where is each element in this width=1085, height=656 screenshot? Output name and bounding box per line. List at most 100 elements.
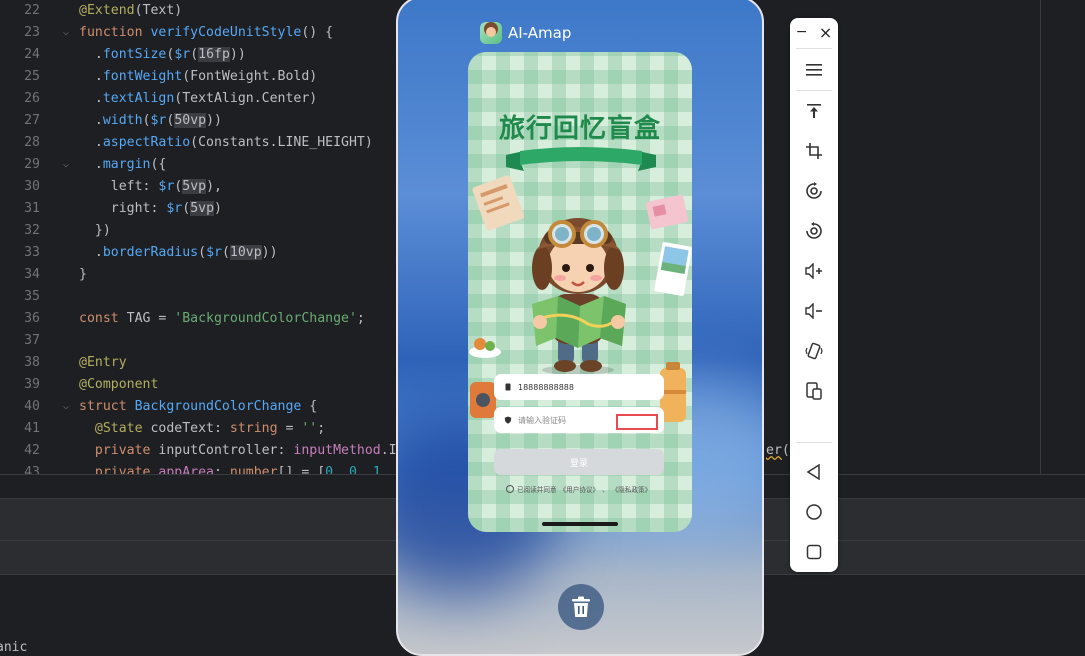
fold-chevron-icon[interactable]: ⌵ — [63, 22, 69, 44]
menu-button[interactable] — [802, 58, 826, 82]
app-icon — [480, 22, 502, 44]
line-number: 43 — [24, 465, 40, 474]
shield-icon — [504, 416, 512, 424]
trash-icon — [572, 596, 590, 617]
line-number: 29 — [24, 157, 40, 172]
always-on-top-button[interactable] — [802, 99, 826, 123]
fold-chevron-icon[interactable]: ⌵ — [63, 154, 69, 176]
recent-app-header[interactable]: AI-Amap — [480, 20, 571, 46]
line-number: 28 — [24, 135, 40, 150]
phone-number-field[interactable]: 18888888888 — [494, 374, 664, 400]
rotate-left-button[interactable] — [802, 179, 826, 203]
agreement-prefix: 已阅读并同意 — [517, 486, 557, 494]
code-text: left: $r(5vp), — [79, 179, 222, 194]
agreement-radio[interactable] — [506, 485, 514, 493]
multi-device-button[interactable] — [802, 379, 826, 403]
home-indicator — [542, 522, 618, 526]
line-number: 33 — [24, 245, 40, 260]
code-text: function verifyCodeUnitStyle() { — [79, 25, 334, 40]
get-code-button[interactable] — [616, 414, 658, 430]
app-title: AI-Amap — [508, 24, 572, 42]
agreement-separator: 、 — [602, 486, 609, 494]
line-number: 22 — [24, 3, 40, 18]
food-decoration — [469, 338, 501, 358]
line-number: 36 — [24, 311, 40, 326]
home-circle-icon — [806, 504, 822, 520]
code-text-overflow: er( — [766, 443, 790, 458]
line-number: 32 — [24, 223, 40, 238]
line-number: 39 — [24, 377, 40, 392]
volume-down-icon — [805, 303, 822, 319]
code-text: @State codeText: string = ''; — [94, 421, 326, 436]
login-button[interactable]: 登录 — [494, 449, 664, 475]
console-text: anic — [0, 640, 28, 655]
volume-up-icon — [805, 263, 822, 279]
line-number: 38 — [24, 355, 40, 370]
line-number: 41 — [24, 421, 40, 436]
code-text: struct BackgroundColorChange { — [79, 399, 318, 414]
code-text: .width($r(50vp)) — [79, 113, 222, 128]
home-button[interactable] — [802, 500, 826, 524]
line-number: 25 — [24, 69, 40, 84]
phone-icon — [505, 383, 511, 391]
toolbar-divider — [796, 90, 832, 91]
volume-up-button[interactable] — [802, 259, 826, 283]
fold-chevron-icon[interactable]: ⌵ — [63, 396, 69, 418]
line-number: 31 — [24, 201, 40, 216]
recents-button[interactable] — [802, 540, 826, 564]
minimize-button[interactable]: − — [796, 24, 808, 40]
photo-decoration — [654, 242, 692, 296]
code-text: right: $r(5vp) — [79, 201, 222, 216]
code-text: .textAlign(TextAlign.Center) — [79, 91, 318, 106]
mascot-illustration — [532, 218, 626, 375]
code-text: private inputController: inputMethod.I — [94, 443, 397, 458]
back-icon — [806, 464, 820, 480]
recents-square-icon — [806, 544, 822, 560]
editor-guide-line — [1040, 0, 1041, 474]
line-number: 42 — [24, 443, 40, 458]
code-text: }) — [79, 223, 111, 238]
agreement-row: 已阅读并同意 《用户协议》 、 《隐私政策》 — [506, 484, 651, 494]
line-number: 30 — [24, 179, 40, 194]
code-text: @Entry — [79, 355, 127, 370]
devices-icon — [806, 382, 822, 400]
privacy-policy-link[interactable]: 《隐私政策》 — [612, 484, 652, 494]
close-button[interactable]: × — [819, 23, 832, 42]
app-preview-card[interactable]: 旅行回忆盲盒 18888888888 请输入验证码 登录 已阅读并同意 《用户协… — [468, 52, 692, 532]
ribbon-banner — [506, 147, 656, 171]
crop-icon — [806, 143, 822, 159]
user-agreement-link[interactable]: 《用户协议》 — [560, 484, 600, 494]
code-text: @Extend(Text) — [79, 3, 183, 18]
clear-recents-button[interactable] — [558, 584, 604, 630]
phone-emulator-screen[interactable]: AI-Amap 旅行回忆盲盒 18888888888 请输入验证码 登录 已阅读… — [396, 0, 764, 656]
code-text: } — [79, 267, 87, 282]
code-text: .aspectRatio(Constants.LINE_HEIGHT) — [79, 135, 373, 150]
line-number: 23 — [24, 25, 40, 40]
rotate-left-icon — [806, 182, 822, 199]
screenshot-button[interactable] — [802, 139, 826, 163]
back-button[interactable] — [802, 460, 826, 484]
emulator-toolbar: − × — [790, 18, 838, 572]
code-text: @Component — [79, 377, 159, 392]
code-text: .fontSize($r(16fp)) — [79, 47, 246, 62]
line-number: 35 — [24, 289, 40, 304]
shake-button[interactable] — [802, 339, 826, 363]
rotate-right-button[interactable] — [802, 219, 826, 243]
line-number: 37 — [24, 333, 40, 348]
toolbar-divider — [796, 442, 832, 443]
code-text: private appArea: number[] = [0, 0, 1, 0 — [94, 465, 405, 474]
code-text: .margin({ — [79, 157, 167, 172]
volume-down-button[interactable] — [802, 299, 826, 323]
code-text: .borderRadius($r(10vp)) — [79, 245, 278, 260]
line-number: 24 — [24, 47, 40, 62]
line-number: 26 — [24, 91, 40, 106]
shake-icon — [805, 342, 823, 360]
rotate-right-icon — [806, 222, 822, 239]
phone-number-value: 18888888888 — [518, 382, 574, 392]
line-number: 27 — [24, 113, 40, 128]
line-number: 40 — [24, 399, 40, 414]
toolbar-divider — [796, 48, 832, 49]
card-title: 旅行回忆盲盒 — [498, 114, 661, 144]
verify-code-placeholder: 请输入验证码 — [518, 415, 566, 425]
menu-icon — [806, 64, 822, 76]
